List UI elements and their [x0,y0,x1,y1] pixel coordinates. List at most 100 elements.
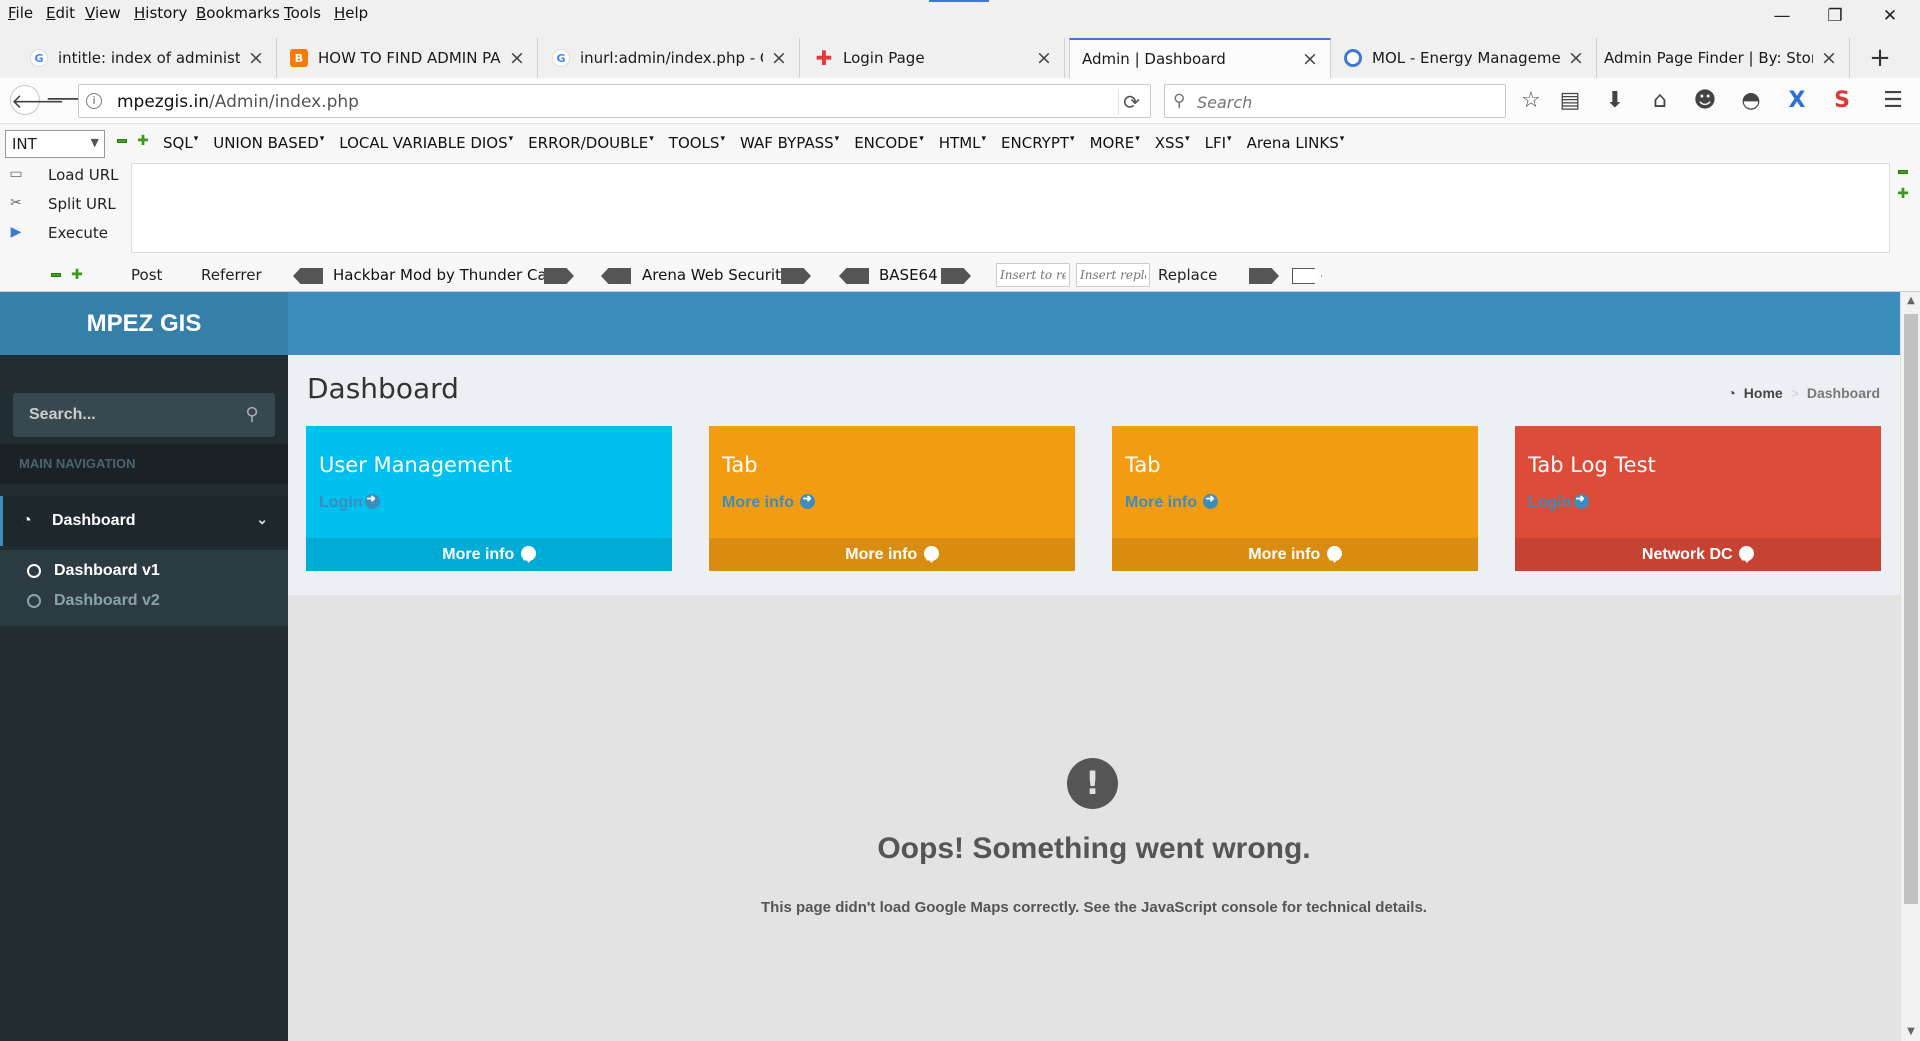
menu-encode[interactable]: ENCODE [854,134,924,152]
sidebar-search-input[interactable] [29,404,229,426]
grow-icon[interactable]: ✚ [71,268,83,282]
tab-admin-dashboard[interactable]: Admin | Dashboard × [1069,38,1331,78]
replace-checkbox[interactable]: ✓ Replace [1158,266,1217,415]
menu-local-variable-dios[interactable]: LOCAL VARIABLE DIOS [339,134,513,152]
box-footer-link[interactable]: More info [709,538,1075,577]
scrollbar-thumb[interactable] [1904,314,1918,904]
left-arrow-icon[interactable] [601,268,631,284]
info-icon[interactable]: i [86,93,102,109]
close-window-icon[interactable]: ✕ [1870,2,1910,30]
box-link[interactable]: More info [1125,492,1219,512]
s-extension-icon[interactable]: S [1825,85,1859,117]
close-tab-icon[interactable]: × [507,47,527,69]
tab-google-search-2[interactable]: G inurl:admin/index.php - G... × [542,38,800,78]
url-bar[interactable]: i mpezgis.in/Admin/index.php ⟳ [78,84,1151,118]
menu-union-based[interactable]: UNION BASED [213,134,324,152]
reload-icon[interactable]: ⟳ [1118,89,1144,115]
menu-error-double[interactable]: ERROR/DOUBLE [528,134,654,152]
box-footer-link[interactable]: Network DC [1515,538,1881,577]
tab-login-page[interactable]: ✚ Login Page × [805,38,1065,78]
right-arrow-icon[interactable] [781,268,811,284]
box-link[interactable]: Login [1528,492,1589,512]
search-icon[interactable]: ⚲ [241,404,263,426]
bookmark-star-icon[interactable]: ☆ [1514,85,1548,117]
insert-replacement-input[interactable] [1076,263,1150,287]
page-scrollbar[interactable]: ▲ ▼ [1900,292,1920,1041]
menu-more[interactable]: MORE [1090,134,1140,152]
chat-icon[interactable]: ☻ [1688,85,1722,117]
menu-xss[interactable]: XSS [1155,134,1190,152]
menu-encrypt[interactable]: ENCRYPT [1001,134,1075,152]
url-text[interactable]: mpezgis.in/Admin/index.php [117,92,359,112]
minimize-icon[interactable]: — [1762,2,1802,30]
close-tab-icon[interactable]: × [1034,47,1054,69]
menu-tools[interactable]: TOOLS [669,134,725,152]
forward-icon[interactable]: 🡒 [45,85,104,115]
grow-textarea-icon[interactable]: ✚ [1897,187,1909,201]
left-arrow-icon[interactable] [839,268,869,284]
search-bar[interactable]: ⚲ [1164,84,1506,118]
x-extension-icon[interactable]: X [1780,85,1814,117]
tab-mol-energy[interactable]: MOL - Energy Manageme... × [1334,38,1597,78]
restore-icon[interactable]: ❐ [1815,2,1855,30]
menu-arena-links[interactable]: Arena LINKS [1247,134,1345,152]
back-icon[interactable]: 🡐 [10,85,65,115]
tab-blog[interactable]: B HOW TO FIND ADMIN PA... × [280,38,538,78]
menu-html[interactable]: HTML [939,134,986,152]
post-checkbox[interactable]: Post [131,266,162,415]
box-link[interactable]: Login [319,492,380,512]
bookmarks-library-icon[interactable]: ▤ [1553,85,1587,117]
box-footer-link[interactable]: More info [306,538,672,577]
right-arrow-icon[interactable] [941,268,971,284]
pocket-icon[interactable]: ◓ [1734,85,1768,117]
browser-search-input[interactable] [1197,90,1497,114]
shrink-textarea-icon[interactable] [1898,170,1908,174]
close-tab-icon[interactable]: × [1566,47,1586,69]
sidebar-item-dashboard-v2[interactable]: Dashboard v2 [27,586,160,616]
hamburger-menu-icon[interactable]: ☰ [1876,85,1910,117]
sidebar-item-dashboard-v1[interactable]: Dashboard v1 [27,556,160,586]
menu-file[interactable]: File [8,4,33,22]
load-url-button[interactable]: ▭ Load URL [6,164,126,186]
right-arrow-icon[interactable] [1249,268,1279,284]
menu-edit[interactable]: Edit [46,4,75,22]
hackbar-mod-label: Hackbar Mod by Thunder Cats [333,266,561,284]
encoding-select[interactable]: INT ▼ [5,130,105,158]
right-arrow-icon[interactable] [544,268,574,284]
app-logo[interactable]: MPEZ GIS [0,292,288,355]
close-tab-icon[interactable]: × [1819,47,1839,69]
menu-tools[interactable]: Tools [284,4,321,22]
menu-help[interactable]: Help [334,4,368,22]
home-icon[interactable]: ⌂ [1643,85,1677,117]
info-box-tab-1: Tab More info More info [709,426,1075,577]
shrink-icon[interactable] [51,273,61,277]
menu-sql[interactable]: SQL [163,134,198,152]
tab-admin-finder[interactable]: Admin Page Finder | By: Stone... × [1596,38,1850,78]
shrink-icon[interactable] [117,139,127,143]
sidebar-item-dashboard[interactable]: ◔ Dashboard ⌄ [0,496,288,546]
close-tab-icon[interactable]: × [769,47,789,69]
insert-to-replace-input[interactable] [996,263,1070,287]
box-footer-link[interactable]: More info [1112,538,1478,577]
menu-bookmarks[interactable]: Bookmarks [196,4,280,22]
scroll-down-icon[interactable]: ▼ [1901,1023,1920,1041]
close-tab-icon[interactable]: × [246,47,266,69]
menu-view[interactable]: View [85,4,121,22]
breadcrumb-home[interactable]: Home [1744,385,1783,401]
url-textarea[interactable] [131,163,1890,253]
split-url-button[interactable]: ✂ Split URL [6,193,126,215]
right-arrow-outline-icon[interactable] [1292,268,1322,284]
tab-google-search-1[interactable]: G intitle: index of administra... × [20,38,277,78]
new-tab-icon[interactable]: + [1865,44,1895,74]
menu-lfi[interactable]: LFI [1205,134,1232,152]
grow-icon[interactable]: ✚ [137,134,149,148]
referrer-checkbox[interactable]: Referrer [201,266,262,415]
menu-waf-bypass[interactable]: WAF BYPASS [740,134,839,152]
box-link[interactable]: More info [722,492,816,512]
close-tab-icon[interactable]: × [1300,48,1320,70]
menu-history[interactable]: History [134,4,187,22]
left-arrow-icon[interactable] [293,268,323,284]
execute-button[interactable]: ▶ Execute [6,222,126,244]
scroll-up-icon[interactable]: ▲ [1901,292,1920,310]
download-icon[interactable]: ⬇ [1598,85,1632,117]
